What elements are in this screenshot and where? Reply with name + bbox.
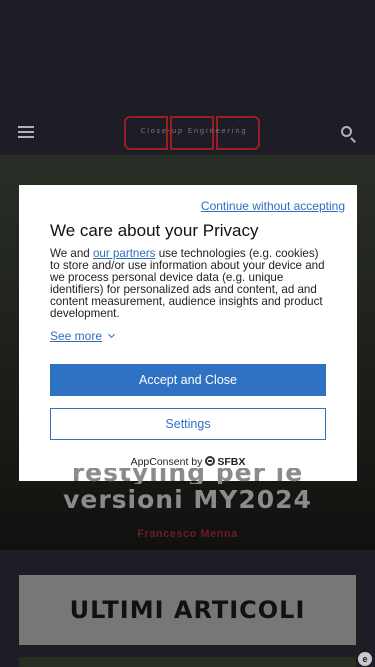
sfbx-logo-icon: [205, 456, 216, 466]
hero-author[interactable]: Francesco Menna: [0, 528, 375, 540]
appconsent-footer: AppConsent by SFBX: [19, 455, 357, 468]
footer-brand: SFBX: [217, 456, 246, 468]
footer-prefix: AppConsent by: [130, 456, 203, 468]
hero-title-line2: versioni MY2024: [63, 485, 312, 514]
dialog-title: We care about your Privacy: [50, 221, 259, 240]
settings-button[interactable]: Settings: [50, 408, 326, 440]
dialog-body: We and our partners use technologies (e.…: [50, 248, 330, 320]
accept-and-close-button[interactable]: Accept and Close: [50, 364, 326, 396]
chevron-down-icon: [107, 330, 116, 339]
see-more-label: See more: [50, 329, 103, 343]
hero-title-line1: restyling per le: [71, 468, 304, 484]
see-more-toggle[interactable]: See more: [50, 329, 116, 343]
privacy-consent-dialog: Continue without accepting We care about…: [19, 185, 357, 481]
hero-title[interactable]: restyling per le versioni MY2024: [0, 468, 375, 516]
continue-without-accepting-link[interactable]: Continue without accepting: [201, 199, 345, 213]
